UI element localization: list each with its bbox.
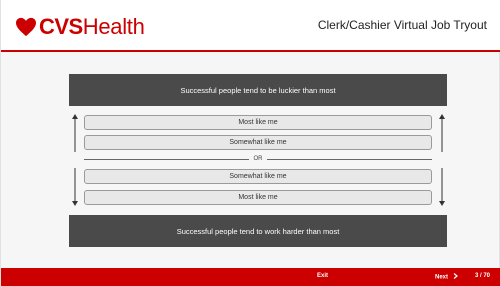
page-title: Clerk/Cashier Virtual Job Tryout bbox=[317, 18, 487, 32]
heart-icon bbox=[16, 17, 36, 37]
or-divider: OR bbox=[84, 154, 432, 164]
statement-bottom: Successful people tend to work harder th… bbox=[69, 215, 447, 247]
option-bottom-somewhat-like-me[interactable]: Somewhat like me bbox=[84, 169, 432, 184]
chevron-right-icon bbox=[453, 273, 458, 279]
arrow-down-left-icon bbox=[72, 168, 78, 206]
option-top-somewhat-like-me[interactable]: Somewhat like me bbox=[84, 135, 432, 150]
logo-text-health: Health bbox=[82, 14, 145, 39]
header: CVS Health Clerk/Cashier Virtual Job Try… bbox=[1, 0, 500, 52]
exit-button[interactable]: Exit bbox=[317, 273, 328, 279]
app-frame: CVS Health Clerk/Cashier Virtual Job Try… bbox=[0, 0, 500, 286]
logo-text-cvs: CVS bbox=[39, 14, 83, 39]
option-top-most-like-me[interactable]: Most like me bbox=[84, 115, 432, 130]
cvs-health-logo: CVS Health bbox=[15, 13, 145, 41]
footer-bar: Exit Next 3 / 70 bbox=[1, 268, 500, 286]
next-button[interactable]: Next bbox=[435, 273, 458, 281]
page-indicator: 3 / 70 bbox=[475, 273, 491, 279]
divider-line-right bbox=[267, 159, 432, 160]
arrow-up-left-icon bbox=[72, 114, 78, 152]
arrow-down-right-icon bbox=[439, 168, 445, 206]
next-label: Next bbox=[435, 274, 449, 281]
option-bottom-most-like-me[interactable]: Most like me bbox=[84, 190, 432, 205]
arrow-up-right-icon bbox=[439, 114, 445, 152]
statement-top: Successful people tend to be luckier tha… bbox=[69, 74, 447, 106]
